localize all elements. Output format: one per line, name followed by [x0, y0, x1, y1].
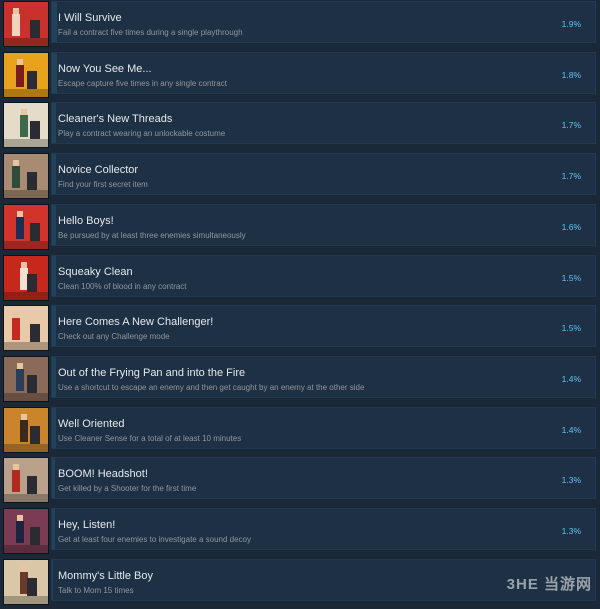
unlock-percent: 1.9% [561, 19, 581, 29]
achievement-icon [3, 102, 49, 149]
achievement-icon [3, 203, 49, 250]
achievement-icon [3, 51, 49, 98]
progress-fill [52, 154, 57, 195]
achievement-title: Hello Boys! [58, 214, 114, 227]
achievement-row[interactable]: Hello Boys! Be pursued by at least three … [0, 203, 600, 254]
achievement-description: Escape capture five times in any single … [58, 78, 227, 88]
unlock-percent: 1.4% [561, 424, 581, 435]
achievement-progress-bar: Well Oriented Use Cleaner Sense for a tot… [51, 406, 596, 449]
achievement-progress-bar: Hey, Listen! Get at least four enemies to… [51, 508, 596, 550]
progress-fill [52, 204, 56, 245]
achievement-progress-bar: Here Comes A New Challenger! Check out an… [51, 305, 596, 348]
achievement-description: Find your first secret item [58, 180, 148, 190]
progress-fill [52, 306, 56, 347]
progress-fill [52, 509, 56, 549]
achievement-progress-bar: Now You See Me... Escape capture five tim… [51, 51, 596, 94]
achievement-row[interactable]: Out of the Frying Pan and into the Fire U… [0, 355, 600, 406]
achievement-progress-bar: Cleaner's New Threads Play a contract wea… [51, 102, 596, 145]
achievement-icon [3, 406, 49, 453]
progress-fill [52, 407, 56, 448]
achievement-description: Fail a contract five times during a sing… [58, 28, 243, 37]
achievement-title: Novice Collector [58, 164, 139, 177]
watermark: 3HE 当游网 [506, 576, 592, 593]
achievement-title: I Will Survive [58, 12, 122, 24]
achievement-title: BOOM! Headshot! [58, 468, 148, 481]
achievement-icon [3, 305, 49, 352]
achievement-description: Check out any Challenge mode [58, 332, 170, 342]
achievement-row[interactable]: Cleaner's New Threads Play a contract wea… [0, 102, 600, 152]
achievement-icon [3, 1, 49, 47]
achievement-icon [3, 153, 49, 200]
unlock-percent: 1.3% [561, 475, 581, 486]
progress-fill [52, 52, 57, 93]
unlock-percent: 1.7% [561, 171, 581, 182]
achievement-title: Squeaky Clean [58, 265, 133, 278]
progress-fill [52, 458, 56, 499]
achievement-description: Use a shortcut to escape an enemy and th… [58, 382, 365, 392]
achievement-icon [3, 254, 49, 301]
progress-fill [52, 103, 57, 144]
unlock-percent: 1.5% [561, 323, 581, 334]
achievement-description: Play a contract wearing an unlockable co… [58, 129, 226, 139]
achievement-progress-bar: Squeaky Clean Clean 100% of blood in any … [51, 254, 596, 297]
achievement-row[interactable]: Well Oriented Use Cleaner Sense for a tot… [0, 406, 600, 457]
achievement-row[interactable]: Here Comes A New Challenger! Check out an… [0, 305, 600, 355]
unlock-percent: 1.8% [561, 69, 581, 80]
progress-fill [52, 356, 56, 397]
achievement-description: Clean 100% of blood in any contract [58, 281, 187, 291]
achievement-icon [3, 508, 49, 554]
achievement-progress-bar: BOOM! Headshot! Get killed by a Shooter f… [51, 457, 596, 500]
achievement-title: Hey, Listen! [58, 519, 116, 531]
unlock-percent: 1.5% [561, 272, 581, 283]
achievement-row[interactable]: BOOM! Headshot! Get killed by a Shooter f… [0, 457, 600, 507]
achievement-title: Now You See Me... [58, 62, 152, 75]
achievement-title: Out of the Frying Pan and into the Fire [58, 366, 246, 379]
achievement-row[interactable]: Hey, Listen! Get at least four enemies to… [0, 508, 600, 558]
achievement-progress-bar: Novice Collector Find your first secret i… [51, 153, 596, 196]
unlock-percent: 1.3% [561, 526, 581, 536]
achievement-description: Use Cleaner Sense for a total of at leas… [58, 433, 242, 443]
achievement-icon [3, 457, 49, 504]
progress-fill [52, 559, 53, 600]
achievement-row[interactable]: Novice Collector Find your first secret i… [0, 153, 600, 203]
achievement-title: Cleaner's New Threads [58, 113, 173, 126]
achievement-description: Be pursued by at least three enemies sim… [58, 230, 246, 240]
unlock-percent: 1.7% [561, 120, 581, 131]
progress-fill [52, 2, 57, 42]
achievement-title: Mommy's Little Boy [58, 569, 154, 582]
achievement-row[interactable]: Squeaky Clean Clean 100% of blood in any … [0, 254, 600, 305]
achievement-title: Here Comes A New Challenger! [58, 316, 214, 329]
achievement-progress-bar: I Will Survive Fail a contract five times… [51, 1, 596, 43]
unlock-percent: 1.4% [561, 373, 581, 384]
progress-fill [52, 255, 56, 296]
achievement-description: Talk to Mom 15 times [58, 585, 134, 595]
achievement-description: Get at least four enemies to investigate… [58, 535, 252, 544]
achievement-icon [3, 355, 49, 402]
achievement-icon [3, 558, 49, 605]
achievement-title: Well Oriented [58, 417, 125, 430]
achievement-row[interactable]: Now You See Me... Escape capture five tim… [0, 51, 600, 102]
achievement-row[interactable]: I Will Survive Fail a contract five times… [0, 1, 600, 51]
achievement-progress-bar: Hello Boys! Be pursued by at least three … [51, 203, 596, 246]
unlock-percent: 1.6% [561, 221, 581, 232]
achievement-progress-bar: Out of the Frying Pan and into the Fire U… [51, 355, 596, 398]
achievement-description: Get killed by a Shooter for the first ti… [58, 484, 197, 494]
